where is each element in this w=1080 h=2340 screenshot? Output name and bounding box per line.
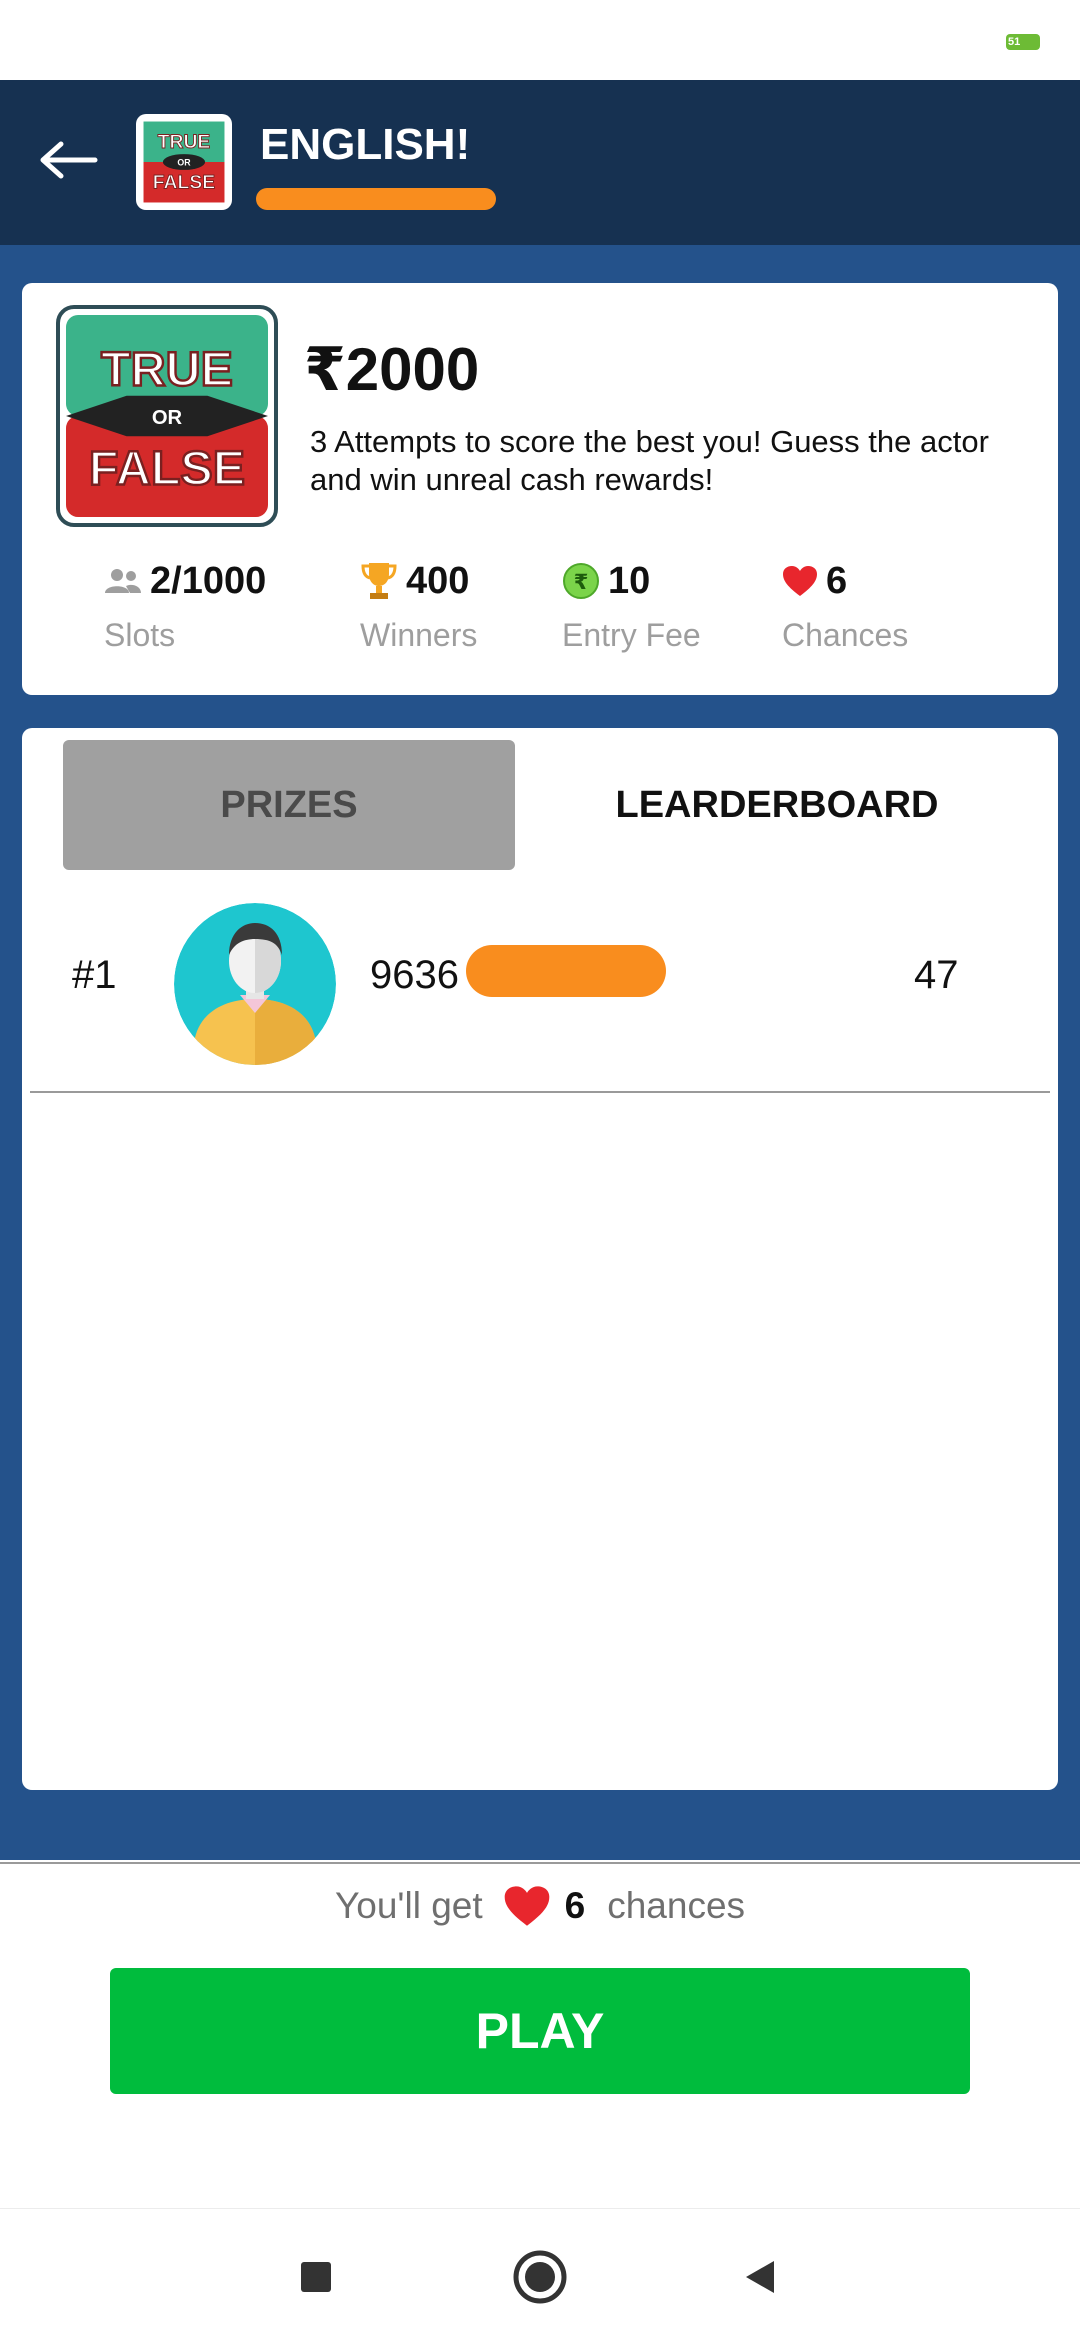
trophy-icon (361, 563, 397, 599)
leaderboard-phone: 9636 (370, 953, 459, 997)
stat-value: 400 (406, 559, 470, 602)
leaderboard-score: 47 (914, 953, 959, 997)
stat-winners: 400 Winners (360, 553, 477, 654)
stat-entry-fee: ₹ 10 Entry Fee (562, 553, 701, 654)
system-nav-bar (0, 2208, 1080, 2340)
tabs-card: PRIZES LEARDERBOARD #1 9636 47 (22, 728, 1058, 1790)
stat-label: Winners (360, 617, 478, 653)
divider (0, 1862, 1080, 1864)
stat-chances: 6 Chances (782, 553, 908, 654)
stat-value: 6 (826, 559, 848, 602)
game-logo-small: TRUE OR FALSE (136, 114, 232, 210)
arrow-left-icon (40, 141, 98, 179)
battery-icon: 51 (1006, 34, 1040, 50)
logo-true-text: TRUE (158, 131, 211, 153)
redaction-mark (466, 945, 666, 997)
game-logo: TRUE OR FALSE (56, 305, 278, 527)
logo-or-text: OR (152, 407, 183, 429)
back-button[interactable] (34, 130, 104, 190)
stats-row: 2/1000 Slots 400 Winners ₹ 10 Entry Fee … (22, 553, 1058, 683)
people-icon (105, 569, 141, 593)
chances-count: 6 (564, 1885, 586, 1926)
back-nav-button[interactable] (728, 2245, 792, 2309)
leaderboard-row: #1 9636 47 (30, 893, 1050, 1093)
logo-true-text: TRUE (101, 343, 233, 397)
heart-icon (504, 1886, 549, 1926)
chances-summary: You'll get 6 chances (0, 1876, 1080, 1936)
rupee-coin-icon: ₹ (563, 563, 599, 599)
stat-value: 10 (608, 559, 651, 602)
avatar (174, 903, 336, 1065)
prize-amount: ₹2000 (304, 336, 480, 403)
stat-slots: 2/1000 Slots (104, 553, 266, 654)
heart-icon (783, 566, 817, 596)
play-button[interactable]: PLAY (110, 1968, 970, 2094)
stat-label: Entry Fee (562, 617, 701, 653)
page-title: ENGLISH! (260, 120, 471, 169)
leaderboard-rank: #1 (72, 953, 117, 997)
square-icon (301, 2262, 331, 2292)
contest-info-card: TRUE OR FALSE ₹2000 3 Attempts to score … (22, 283, 1058, 695)
chances-prefix: You'll get (334, 1885, 483, 1926)
chances-suffix: chances (607, 1885, 746, 1926)
main-content: TRUE OR FALSE ₹2000 3 Attempts to score … (0, 245, 1080, 1860)
logo-false-text: FALSE (153, 171, 215, 193)
stat-label: Slots (104, 617, 176, 653)
stat-value: 2/1000 (150, 559, 267, 602)
logo-or-text: OR (177, 158, 191, 168)
recent-apps-button[interactable] (284, 2245, 348, 2309)
svg-text:₹: ₹ (574, 570, 589, 594)
redaction-mark (256, 188, 496, 210)
tab-prizes[interactable]: PRIZES (63, 740, 515, 870)
contest-description: 3 Attempts to score the best you! Guess … (310, 424, 989, 497)
status-bar: 51 (0, 0, 1080, 80)
app-header: TRUE OR FALSE ENGLISH! (0, 80, 1080, 245)
tab-leaderboard[interactable]: LEARDERBOARD (542, 740, 1012, 870)
home-button[interactable] (508, 2245, 572, 2309)
circle-icon (513, 2250, 567, 2304)
triangle-back-icon (746, 2261, 774, 2293)
logo-false-text: FALSE (89, 442, 245, 496)
stat-label: Chances (782, 617, 909, 653)
